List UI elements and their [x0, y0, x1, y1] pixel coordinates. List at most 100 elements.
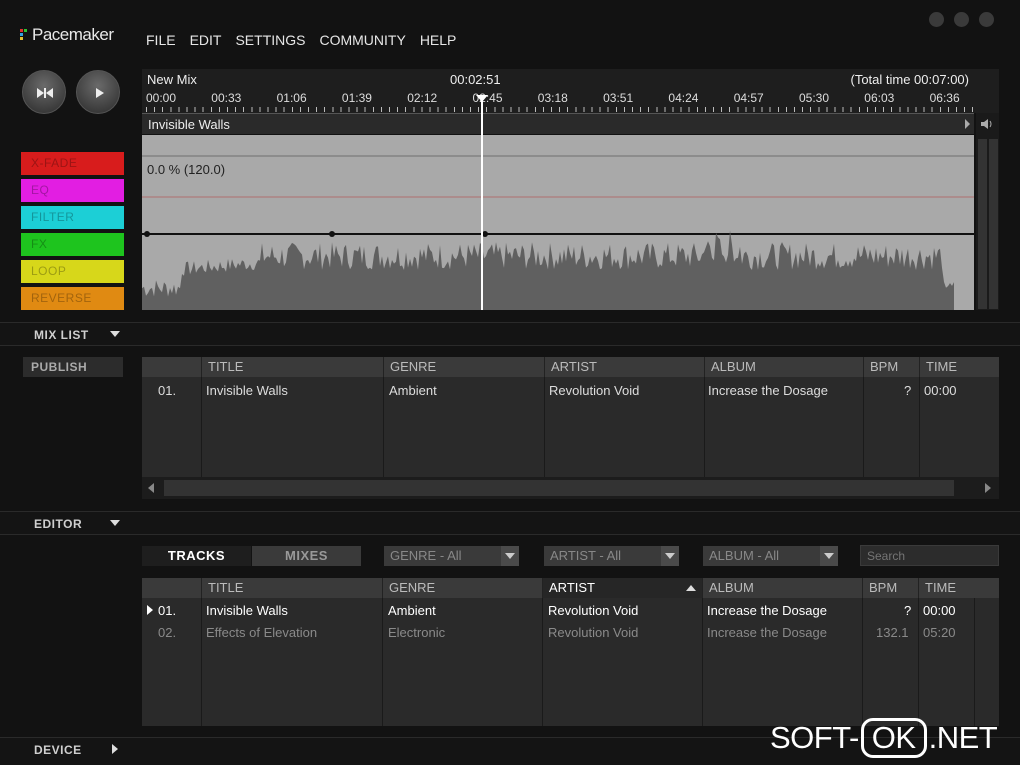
watermark-right: .NET: [928, 720, 998, 755]
chevron-down-icon[interactable]: [820, 546, 838, 566]
col-title[interactable]: TITLE: [201, 578, 382, 598]
col-divider: [544, 377, 545, 477]
tab-tracks[interactable]: TRACKS: [142, 546, 251, 566]
col-divider: [382, 598, 383, 726]
watermark-box: OK: [860, 718, 927, 758]
col-title[interactable]: TITLE: [201, 357, 383, 377]
col-divider: [863, 377, 864, 477]
chevron-right-icon[interactable]: [112, 744, 118, 754]
row-album: Increase the Dosage: [707, 625, 827, 640]
row-artist: Revolution Void: [548, 625, 639, 640]
now-playing-icon: [147, 605, 153, 615]
genre-filter[interactable]: GENRE - All: [384, 546, 519, 566]
timeline-tick: 01:06: [276, 91, 307, 105]
skip-button[interactable]: [22, 70, 66, 114]
mix-list-section-bar[interactable]: MIX LIST: [0, 322, 1020, 346]
logo-dots-icon: [20, 29, 28, 41]
album-filter[interactable]: ALBUM - All: [703, 546, 838, 566]
editor-label: EDITOR: [34, 517, 83, 531]
col-artist[interactable]: ARTIST: [544, 357, 704, 377]
col-divider: [974, 598, 975, 726]
track-header[interactable]: Invisible Walls: [142, 113, 974, 134]
row-number: 01.: [158, 383, 177, 398]
chevron-down-icon[interactable]: [661, 546, 679, 566]
tab-mixes[interactable]: MIXES: [252, 546, 361, 566]
timeline-ruler[interactable]: New Mix 00:02:51 (Total time 00:07:00) 0…: [142, 69, 999, 113]
maximize-button[interactable]: [954, 12, 969, 27]
row-number: 02.: [158, 625, 177, 640]
col-divider: [201, 377, 202, 477]
play-icon: [96, 88, 104, 98]
editor-section-bar[interactable]: EDITOR: [0, 511, 1020, 535]
loop-button[interactable]: LOOP: [21, 260, 124, 283]
scroll-right-icon[interactable]: [985, 483, 991, 493]
play-button[interactable]: [76, 70, 120, 114]
speaker-icon[interactable]: [980, 118, 994, 130]
reverse-button[interactable]: REVERSE: [21, 287, 124, 310]
timeline-tick: 02:12: [407, 91, 438, 105]
track-arrow-icon[interactable]: [965, 119, 970, 129]
timeline-tick: 00:33: [211, 91, 242, 105]
fx-button[interactable]: FX: [21, 233, 124, 256]
menu-settings[interactable]: SETTINGS: [235, 32, 305, 48]
timeline-tick: 04:24: [668, 91, 699, 105]
timeline-tick: 06:03: [864, 91, 895, 105]
volume-panel: [976, 113, 999, 310]
scroll-thumb[interactable]: [164, 480, 954, 496]
timeline-tick: 06:36: [929, 91, 960, 105]
waveform-area[interactable]: 0.0 % (120.0): [142, 135, 974, 310]
xfade-button[interactable]: X-FADE: [21, 152, 124, 175]
row-album: Increase the Dosage: [707, 603, 827, 618]
skip-icon: [37, 88, 53, 98]
tracks-table: TITLE GENRE ARTIST ALBUM BPM TIME 01. In…: [142, 578, 999, 726]
menu-help[interactable]: HELP: [420, 32, 457, 48]
menu-edit[interactable]: EDIT: [190, 32, 222, 48]
col-genre[interactable]: GENRE: [383, 357, 544, 377]
minimize-button[interactable]: [929, 12, 944, 27]
col-album[interactable]: ALBUM: [702, 578, 862, 598]
chevron-down-icon[interactable]: [110, 520, 120, 526]
volume-slider-left[interactable]: [978, 139, 987, 309]
artist-filter-value: ARTIST - All: [550, 548, 622, 563]
tick-marks: [146, 107, 976, 112]
col-divider: [918, 598, 919, 726]
row-genre: Electronic: [388, 625, 446, 640]
row-time: 05:20: [923, 625, 956, 640]
mix-list-scrollbar[interactable]: [142, 477, 999, 499]
row-bpm: ?: [904, 383, 912, 398]
playhead[interactable]: [481, 95, 483, 310]
volume-slider-right[interactable]: [989, 139, 998, 309]
col-album[interactable]: ALBUM: [704, 357, 863, 377]
tracks-header: TITLE GENRE ARTIST ALBUM BPM TIME: [142, 578, 999, 598]
filter-button[interactable]: FILTER: [21, 206, 124, 229]
chevron-down-icon[interactable]: [501, 546, 519, 566]
col-bpm[interactable]: BPM: [862, 578, 918, 598]
total-time: (Total time 00:07:00): [850, 72, 969, 87]
eq-button[interactable]: EQ: [21, 179, 124, 202]
menu-community[interactable]: COMMUNITY: [319, 32, 405, 48]
col-divider: [704, 377, 705, 477]
chevron-down-icon[interactable]: [110, 331, 120, 337]
close-button[interactable]: [979, 12, 994, 27]
artist-filter[interactable]: ARTIST - All: [544, 546, 679, 566]
menu-file[interactable]: FILE: [146, 32, 176, 48]
search-input[interactable]: [860, 545, 999, 566]
track-name: Invisible Walls: [148, 117, 230, 132]
row-album: Increase the Dosage: [708, 383, 828, 398]
row-bpm: 132.1: [876, 625, 909, 640]
reverse-label: REVERSE: [31, 291, 92, 305]
col-bpm[interactable]: BPM: [863, 357, 919, 377]
publish-button[interactable]: PUBLISH: [23, 357, 123, 377]
col-time[interactable]: TIME: [919, 357, 999, 377]
scroll-left-icon[interactable]: [148, 483, 154, 493]
col-artist[interactable]: ARTIST: [542, 578, 702, 598]
col-genre[interactable]: GENRE: [382, 578, 542, 598]
watermark-left: SOFT-: [770, 720, 859, 755]
menu-bar: FILE EDIT SETTINGS COMMUNITY HELP: [146, 32, 456, 48]
row-bpm: ?: [904, 603, 912, 618]
col-divider: [919, 377, 920, 477]
timeline-tick: 03:18: [537, 91, 568, 105]
playhead-marker-icon[interactable]: [476, 95, 488, 102]
current-time: 00:02:51: [450, 72, 501, 87]
col-time[interactable]: TIME: [918, 578, 974, 598]
